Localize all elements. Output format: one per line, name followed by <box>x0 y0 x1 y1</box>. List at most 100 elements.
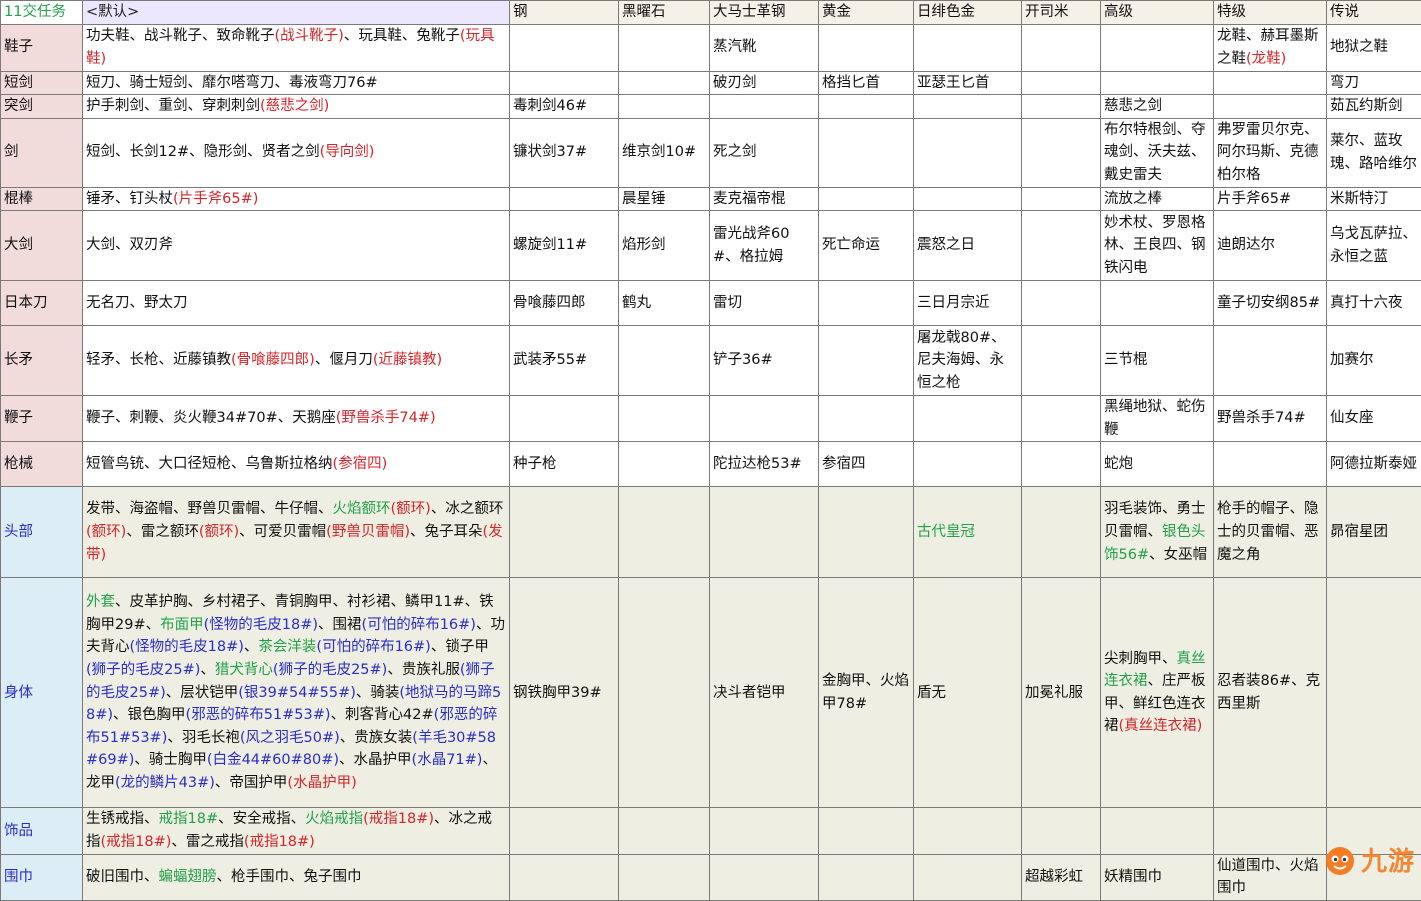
header-advanced-col: 高级 <box>1101 1 1214 25</box>
cell-legend-col <box>1327 854 1421 900</box>
cell-text: 、 <box>200 662 215 678</box>
cell-gold-col <box>819 396 914 442</box>
cell-text: 真打十六夜 <box>1330 295 1403 311</box>
cell-text: (狮子的毛皮25#) <box>273 662 387 678</box>
cell-cashmere-col <box>1022 118 1101 187</box>
cell-text: (片手斧65#) <box>173 191 258 207</box>
cell-steel-col <box>510 854 619 900</box>
cell-text: (水晶护甲) <box>287 775 356 791</box>
header-special-col: 特级 <box>1214 1 1327 25</box>
cell-hihiirokane-col: 亚瑟王匕首 <box>914 71 1022 95</box>
cell-legend-col: 昴宿星团 <box>1327 487 1421 578</box>
header-legend-col: 传说 <box>1327 1 1421 25</box>
table-row: 长矛轻矛、长枪、近藤镇教(骨喰藤四郎)、偃月刀(近藤镇教)武装矛55#铲子36#… <box>1 326 1421 396</box>
cell-steel-col <box>510 808 619 854</box>
cell-legend-col: 乌戈瓦萨拉、永恒之蓝 <box>1327 211 1421 281</box>
cell-steel-col <box>510 487 619 578</box>
cell-text: 、银色胸甲 <box>113 707 186 723</box>
cell-text: 金胸甲、火焰甲78# <box>822 673 909 712</box>
cell-cashmere-col <box>1022 71 1101 95</box>
cell-text: 布面甲 <box>160 617 204 633</box>
cell-text: 格挡匕首 <box>822 75 880 91</box>
cell-text: 米斯特汀 <box>1330 191 1388 207</box>
cell-advanced-col: 妖精围巾 <box>1101 854 1214 900</box>
cell-cashmere-col <box>1022 808 1101 854</box>
cell-gold-col <box>819 854 914 900</box>
cell-text: (怪物的毛皮18#) <box>130 639 244 655</box>
cell-hihiirokane-col: 震怒之日 <box>914 211 1022 281</box>
row-label: 短剑 <box>1 71 83 95</box>
table-row: 日本刀无名刀、野太刀骨喰藤四郎鹤丸雷切三日月宗近童子切安纲85#真打十六夜 <box>1 281 1421 326</box>
cell-gold-col <box>819 487 914 578</box>
cell-obsidian-col <box>619 71 710 95</box>
cell-text: 妙术杖、罗恩格林、王良四、钢铁闪电 <box>1104 215 1206 276</box>
cell-text: 黑绳地狱、蛇伤鞭 <box>1104 399 1206 438</box>
cell-text: 发带、海盗帽、野兽贝雷帽、牛仔帽、 <box>86 501 333 517</box>
header-label-col: 11交任务 <box>1 1 83 25</box>
cell-text: 童子切安纲85# <box>1217 295 1320 311</box>
cell-steel-col: 钢铁胸甲39# <box>510 578 619 808</box>
cell-advanced-col: 慈悲之剑 <box>1101 95 1214 119</box>
cell-text: 、枪手围巾、兔子围巾 <box>217 869 362 885</box>
cell-text: (戒指18#) <box>244 834 315 850</box>
cell-default-col: 鞭子、刺鞭、炎火鞭34#70#、天鹅座(野兽杀手74#) <box>83 396 510 442</box>
cell-text: 雷光战斧60#、格拉姆 <box>713 226 789 265</box>
cell-obsidian-col <box>619 854 710 900</box>
cell-text: 大剑、双刃斧 <box>86 237 173 253</box>
cell-text: 流放之棒 <box>1104 191 1162 207</box>
cell-text: (参宿四) <box>333 456 388 472</box>
row-label: 日本刀 <box>1 281 83 326</box>
cell-advanced-col <box>1101 24 1214 71</box>
cell-damascus-col: 决斗者铠甲 <box>710 578 819 808</box>
table-row: 身体外套、皮革护胸、乡村裙子、青铜胸甲、衬衫裙、鳞甲11#、铁胸甲29#、布面甲… <box>1 578 1421 808</box>
cell-text: 震怒之日 <box>917 237 975 253</box>
cell-text: 鹤丸 <box>622 295 651 311</box>
cell-damascus-col: 蒸汽靴 <box>710 24 819 71</box>
cell-special-col: 仙道围巾、火焰围巾 <box>1214 854 1327 900</box>
cell-text: 雷切 <box>713 295 742 311</box>
cell-legend-col: 茹瓦约斯剑 <box>1327 95 1421 119</box>
cell-text: 、围裙 <box>318 617 362 633</box>
row-label: 突剑 <box>1 95 83 119</box>
cell-text: 锤矛、钉头杖 <box>86 191 173 207</box>
cell-text: 迪朗达尔 <box>1217 237 1275 253</box>
table-row: 鞭子鞭子、刺鞭、炎火鞭34#70#、天鹅座(野兽杀手74#)黑绳地狱、蛇伤鞭野兽… <box>1 396 1421 442</box>
cell-special-col: 弗罗雷贝尔克、阿尔玛斯、克德柏尔格 <box>1214 118 1327 187</box>
cell-text: 尖刺胸甲、 <box>1104 651 1177 667</box>
cell-default-col: 外套、皮革护胸、乡村裙子、青铜胸甲、衬衫裙、鳞甲11#、铁胸甲29#、布面甲(怪… <box>83 578 510 808</box>
cell-text: 镰状剑37# <box>513 144 587 160</box>
cell-steel-col: 骨喰藤四郎 <box>510 281 619 326</box>
cell-text: 茶会洋装 <box>258 639 316 655</box>
cell-obsidian-col <box>619 487 710 578</box>
cell-text: (近藤镇教) <box>373 352 442 368</box>
cell-gold-col <box>819 95 914 119</box>
cell-damascus-col <box>710 854 819 900</box>
cell-text: 陀拉达枪53# <box>713 456 802 472</box>
cell-legend-col <box>1327 578 1421 808</box>
cell-text: 生锈戒指、 <box>86 811 159 827</box>
cell-text: 维京剑10# <box>622 144 696 160</box>
cell-obsidian-col: 焰形剑 <box>619 211 710 281</box>
cell-text: (怪物的毛皮18#) <box>204 617 318 633</box>
cell-advanced-col: 妙术杖、罗恩格林、王良四、钢铁闪电 <box>1101 211 1214 281</box>
cell-legend-col: 加赛尔 <box>1327 326 1421 396</box>
cell-legend-col: 真打十六夜 <box>1327 281 1421 326</box>
cell-steel-col <box>510 24 619 71</box>
cell-hihiirokane-col <box>914 24 1022 71</box>
cell-default-col: 发带、海盗帽、野兽贝雷帽、牛仔帽、火焰额环(额环)、冰之额环(额环)、雷之额环(… <box>83 487 510 578</box>
cell-text: (骨喰藤四郎) <box>231 352 315 368</box>
cell-text: (水晶71#) <box>412 752 483 768</box>
cell-advanced-col <box>1101 71 1214 95</box>
cell-text: (野兽杀手74#) <box>336 410 436 426</box>
row-label: 棍棒 <box>1 187 83 211</box>
cell-special-col <box>1214 326 1327 396</box>
header-steel-col: 钢 <box>510 1 619 25</box>
cell-text: 轻矛、长枪、近藤镇教 <box>86 352 231 368</box>
cell-text: 超越彩虹 <box>1025 869 1083 885</box>
cell-text: (银39#54#55#) <box>238 685 356 701</box>
cell-special-col: 片手斧65# <box>1214 187 1327 211</box>
cell-text: 参宿四 <box>822 456 866 472</box>
cell-special-col: 迪朗达尔 <box>1214 211 1327 281</box>
cell-cashmere-col <box>1022 396 1101 442</box>
table-row: 鞋子功夫鞋、战斗靴子、致命靴子(战斗靴子)、玩具鞋、兔靴子(玩具鞋)蒸汽靴龙鞋、… <box>1 24 1421 71</box>
